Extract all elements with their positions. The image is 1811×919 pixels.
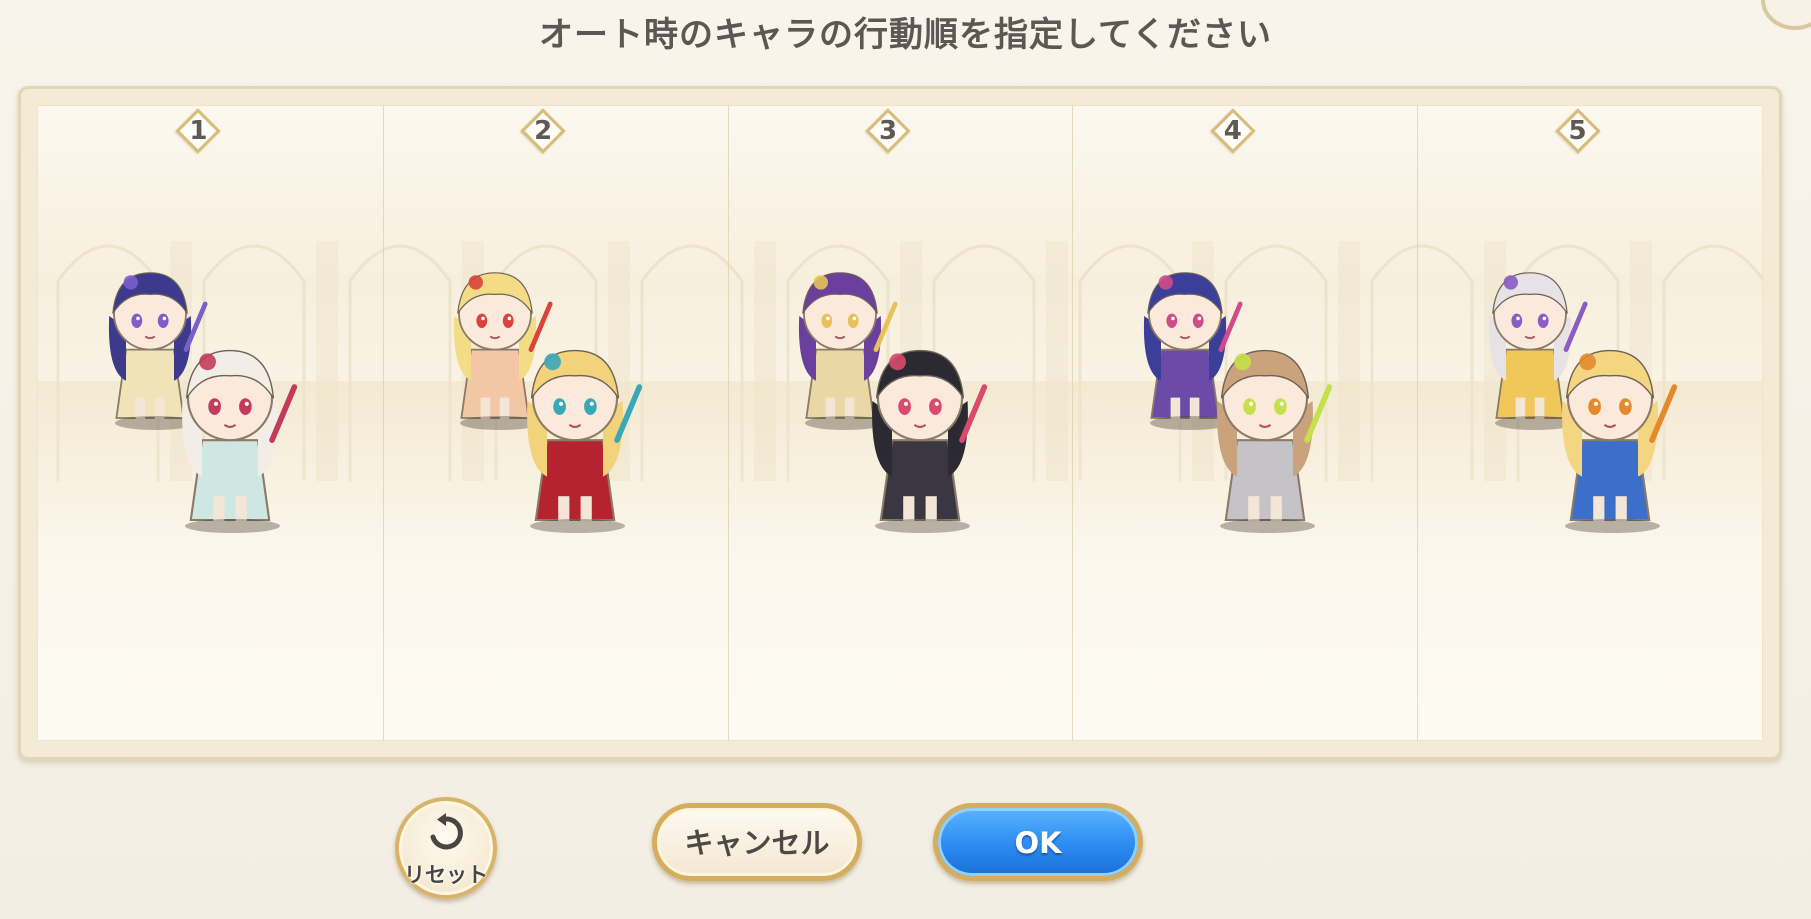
character-shadow <box>1564 519 1660 533</box>
slot-divider <box>727 106 729 740</box>
order-badge: 2 <box>520 108 566 154</box>
order-slot-3[interactable]: 3 <box>727 106 1073 740</box>
brown-haired-greatsword-knight[interactable] <box>1195 331 1335 527</box>
blonde-girl-riding-tiger[interactable] <box>1540 331 1680 527</box>
character-shadow <box>185 519 281 533</box>
character-front[interactable] <box>505 331 645 533</box>
order-number: 2 <box>534 116 553 146</box>
black-white-haired-guitarist[interactable] <box>850 331 990 527</box>
dialog-title: オート時のキャラの行動順を指定してください <box>539 15 1272 55</box>
order-badge: 3 <box>865 108 911 154</box>
order-number: 4 <box>1223 116 1242 146</box>
order-slot-5[interactable]: 5 <box>1417 106 1762 740</box>
character-shadow <box>1219 519 1315 533</box>
rotate-ccw-icon <box>430 813 463 850</box>
order-dialog: オート時のキャラの行動順を指定してください 1 2 3 4 5 リセット キャンセル O… <box>0 0 1811 919</box>
order-badge: 4 <box>1210 108 1256 154</box>
order-slot-1[interactable]: 1 <box>38 106 383 740</box>
slot-divider <box>1417 106 1419 740</box>
slot-divider <box>382 106 384 740</box>
reset-label: リセット <box>404 863 488 887</box>
santa-princess-knight[interactable] <box>505 331 645 527</box>
character-shadow <box>530 519 626 533</box>
order-badge: 1 <box>175 108 222 154</box>
ok-button[interactable]: OK <box>933 803 1143 881</box>
character-front[interactable] <box>1540 331 1680 533</box>
character-front[interactable] <box>850 331 990 533</box>
white-haired-bride-on-horse[interactable] <box>160 331 300 527</box>
slot-divider <box>1072 106 1074 740</box>
order-number: 1 <box>189 116 208 146</box>
character-front[interactable] <box>1195 331 1335 533</box>
order-slot-2[interactable]: 2 <box>382 106 728 740</box>
reset-button[interactable]: リセット <box>395 797 497 899</box>
order-badge: 5 <box>1554 108 1601 154</box>
cancel-button[interactable]: キャンセル <box>652 803 862 881</box>
order-number: 5 <box>1568 116 1587 146</box>
character-shadow <box>874 519 970 533</box>
formation-panel: 1 2 3 4 5 <box>18 86 1782 760</box>
character-front[interactable] <box>160 331 300 533</box>
order-slot-4[interactable]: 4 <box>1072 106 1417 740</box>
formation-area: 1 2 3 4 5 <box>37 105 1763 741</box>
order-number: 3 <box>878 116 898 146</box>
